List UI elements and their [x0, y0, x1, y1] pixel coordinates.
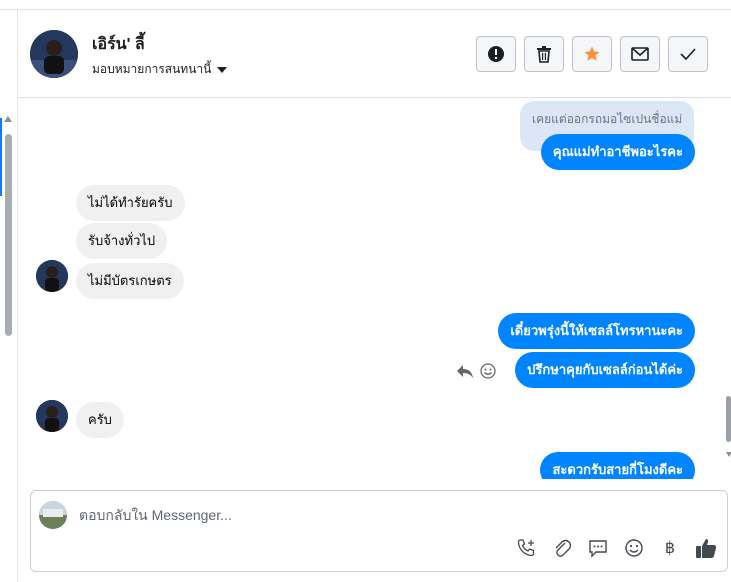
avatar[interactable] — [30, 30, 78, 78]
outgoing-message[interactable]: คุณแม่ทำอาชีพอะไรคะ — [540, 134, 695, 170]
selected-indicator — [0, 118, 2, 196]
page-avatar — [39, 501, 67, 529]
outgoing-message[interactable]: ปรึกษาคุยกับเซลล์ก่อนได้ค่ะ — [515, 352, 695, 388]
caret-down-icon — [217, 66, 228, 73]
call-button[interactable] — [515, 537, 537, 559]
thumbs-up-icon — [696, 539, 717, 558]
avatar — [36, 400, 68, 432]
mark-done-button[interactable] — [668, 36, 708, 72]
scroll-up-arrow-icon[interactable] — [4, 116, 12, 122]
check-icon — [680, 48, 696, 60]
incoming-message[interactable]: ไม่มีบัตรเกษตร — [76, 263, 184, 299]
attach-button[interactable] — [551, 537, 573, 559]
reply-composer: ฿ — [30, 490, 728, 572]
smiley-icon — [625, 539, 643, 557]
star-icon — [584, 46, 600, 61]
message-thread[interactable]: เคยแต่ออกรถมอไซเปนชื่อแม่ คุณแม่ทำอาชีพอ… — [18, 99, 731, 479]
avatar — [36, 260, 68, 292]
emoji-button[interactable] — [623, 537, 645, 559]
assign-label: มอบหมายการสนทนานี้ — [92, 62, 212, 76]
mark-unread-button[interactable] — [620, 36, 660, 72]
outgoing-message[interactable]: เดี๋ยวพรุ่งนี้ให้เซลล์โทรหานะคะ — [498, 313, 695, 349]
conversation-header: เอิร์น' ลี้ มอบหมายการสนทนานี้ — [18, 10, 731, 98]
baht-icon: ฿ — [664, 540, 676, 557]
contact-name[interactable]: เอิร์น' ลี้ — [92, 32, 145, 57]
assign-conversation-dropdown[interactable]: มอบหมายการสนทนานี้ — [92, 60, 228, 79]
incoming-message[interactable]: รับจ้างทั่วไป — [76, 223, 168, 259]
phone-plus-icon — [517, 539, 535, 557]
star-button[interactable] — [572, 36, 612, 72]
mark-spam-button[interactable] — [476, 36, 516, 72]
exclamation-icon — [488, 46, 504, 62]
reply-input[interactable] — [79, 503, 679, 527]
envelope-icon — [631, 47, 649, 61]
scrollbar-thumb[interactable] — [5, 134, 12, 336]
incoming-message[interactable]: ครับ — [76, 402, 124, 438]
conversation-list-scrollbar[interactable] — [0, 10, 18, 582]
scroll-down-arrow-icon[interactable] — [726, 452, 731, 457]
chat-bubble-icon — [589, 540, 607, 558]
like-button[interactable] — [695, 537, 717, 559]
smiley-icon[interactable] — [480, 363, 496, 379]
paperclip-icon — [555, 539, 571, 557]
outgoing-message[interactable]: สะดวกรับสายกี่โมงดีคะ — [540, 452, 695, 479]
saved-replies-button[interactable] — [587, 537, 609, 559]
trash-icon — [537, 46, 551, 63]
incoming-message[interactable]: ไม่ได้ทำรัยครับ — [76, 185, 185, 221]
message-actions — [456, 363, 496, 379]
composer-toolbar: ฿ — [515, 537, 717, 559]
payment-button[interactable]: ฿ — [659, 537, 681, 559]
delete-button[interactable] — [524, 36, 564, 72]
reply-icon[interactable] — [456, 363, 474, 379]
thread-scrollbar-thumb[interactable] — [726, 396, 731, 442]
